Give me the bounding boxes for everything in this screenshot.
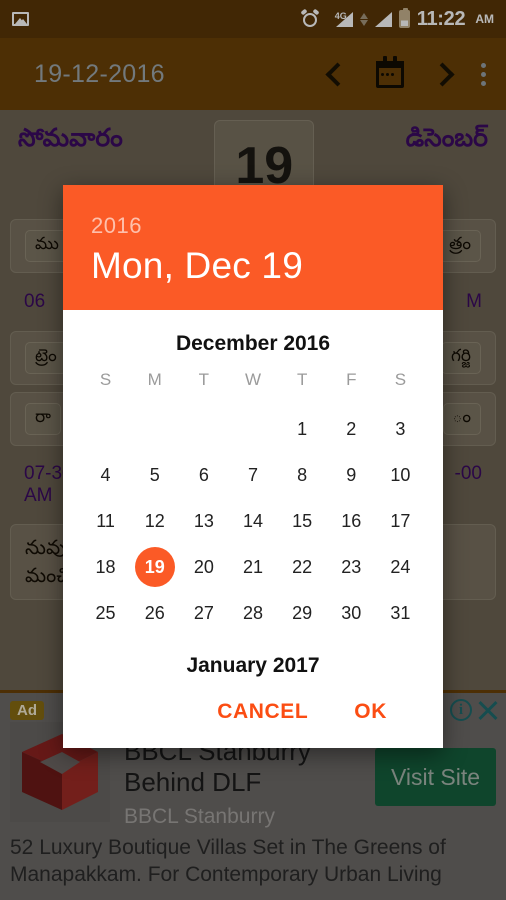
calendar-day[interactable]: 3 [380,409,420,449]
date-picker-dialog: 2016 Mon, Dec 19 December 2016 SMTWTFS 1… [63,185,443,748]
weekday-header-4: T [296,370,308,389]
calendar-day-cell[interactable]: 8 [278,452,327,498]
calendar-day-cell[interactable]: 19 [130,544,179,590]
calendar-week-row: 11 12 13 14 15 16 17 [81,498,425,544]
dialog-header: 2016 Mon, Dec 19 [63,185,443,310]
calendar-empty-cell [179,406,228,452]
weekday-header-row: SMTWTFS [81,370,425,406]
calendar-day[interactable]: 17 [380,501,420,541]
calendar-day-cell[interactable]: 23 [327,544,376,590]
calendar-week-row: 123 [81,406,425,452]
calendar-day-cell[interactable]: 3 [376,406,425,452]
cancel-button[interactable]: CANCEL [217,700,308,724]
weekday-header-6: S [394,370,407,389]
calendar-week-row: 18 19 20 21 22 23 24 [81,544,425,590]
calendar-day-cell[interactable]: 6 [179,452,228,498]
calendar-day[interactable]: 24 [380,547,420,587]
calendar-day[interactable]: 12 [135,501,175,541]
calendar-day[interactable]: 27 [184,593,224,633]
calendar-day-cell[interactable]: 4 [81,452,130,498]
calendar-day-cell[interactable]: 27 [179,590,228,636]
calendar-day[interactable]: 15 [282,501,322,541]
selected-date[interactable]: Mon, Dec 19 [91,245,415,287]
calendar-day[interactable]: 18 [86,547,126,587]
calendar-day[interactable]: 9 [331,455,371,495]
calendar-day[interactable]: 5 [135,455,175,495]
calendar-week-row: 25 26 27 28 29 30 31 [81,590,425,636]
calendar-empty-cell [81,406,130,452]
calendar-day-cell[interactable]: 29 [278,590,327,636]
calendar-day[interactable]: 11 [86,501,126,541]
calendar-day-cell[interactable]: 2 [327,406,376,452]
calendar-day-cell[interactable]: 1 [278,406,327,452]
weekday-header-5: F [346,370,357,389]
calendar-day-cell[interactable]: 13 [179,498,228,544]
calendar-day[interactable]: 29 [282,593,322,633]
calendar-day-cell[interactable]: 31 [376,590,425,636]
calendar-day[interactable]: 23 [331,547,371,587]
calendar-day[interactable]: 1 [282,409,322,449]
dialog-body: December 2016 SMTWTFS 1 2 3 4 5 6 7 8 9 10 11 12 13 1… [63,310,443,724]
weekday-header-0: S [99,370,112,389]
calendar-day[interactable]: 28 [233,593,273,633]
calendar-day-cell[interactable]: 24 [376,544,425,590]
calendar-week-row: 4 5 6 7 8 9 10 [81,452,425,498]
calendar-day[interactable]: 7 [233,455,273,495]
calendar-day-cell[interactable]: 22 [278,544,327,590]
calendar-day[interactable]: 2 [331,409,371,449]
ok-button[interactable]: OK [354,700,387,724]
weekday-header-1: M [147,370,162,389]
calendar-day[interactable]: 16 [331,501,371,541]
calendar-day-cell[interactable]: 28 [228,590,277,636]
next-month-title: January 2017 [186,654,320,677]
calendar-day-cell[interactable]: 7 [228,452,277,498]
calendar-day[interactable]: 8 [282,455,322,495]
calendar-day[interactable]: 22 [282,547,322,587]
calendar-day-cell[interactable]: 12 [130,498,179,544]
weekday-header-3: W [244,370,262,389]
calendar-day[interactable]: 13 [184,501,224,541]
dialog-actions: CANCEL OK [81,678,425,724]
calendar-day[interactable]: 20 [184,547,224,587]
calendar-day-selected[interactable]: 19 [134,547,175,587]
calendar-day-cell[interactable]: 25 [81,590,130,636]
calendar-day-cell[interactable]: 18 [81,544,130,590]
calendar-empty-cell [228,406,277,452]
calendar-day-cell[interactable]: 30 [327,590,376,636]
calendar-grid: SMTWTFS 1 2 3 4 5 6 7 8 9 10 11 12 13 14 15 16 17 18 19 20 2… [81,370,425,636]
calendar-day[interactable]: 30 [331,593,371,633]
calendar-day[interactable]: 4 [86,455,126,495]
calendar-day-cell[interactable]: 14 [228,498,277,544]
calendar-day[interactable]: 14 [233,501,273,541]
calendar-day-cell[interactable]: 9 [327,452,376,498]
calendar-day[interactable]: 25 [86,593,126,633]
calendar-day[interactable]: 6 [184,455,224,495]
selected-year[interactable]: 2016 [91,213,415,239]
calendar-day[interactable]: 10 [380,455,420,495]
calendar-day-cell[interactable]: 15 [278,498,327,544]
calendar-day[interactable]: 26 [135,593,175,633]
calendar-day-cell[interactable]: 17 [376,498,425,544]
calendar-day[interactable]: 21 [233,547,273,587]
calendar-day-cell[interactable]: 10 [376,452,425,498]
calendar-day-cell[interactable]: 26 [130,590,179,636]
calendar-day[interactable]: 31 [380,593,420,633]
calendar-day-cell[interactable]: 21 [228,544,277,590]
calendar-empty-cell [130,406,179,452]
calendar-day-cell[interactable]: 16 [327,498,376,544]
calendar-day-cell[interactable]: 11 [81,498,130,544]
month-title: December 2016 [175,332,331,355]
weekday-header-2: T [198,370,210,389]
calendar-day-cell[interactable]: 20 [179,544,228,590]
calendar-day-cell[interactable]: 5 [130,452,179,498]
